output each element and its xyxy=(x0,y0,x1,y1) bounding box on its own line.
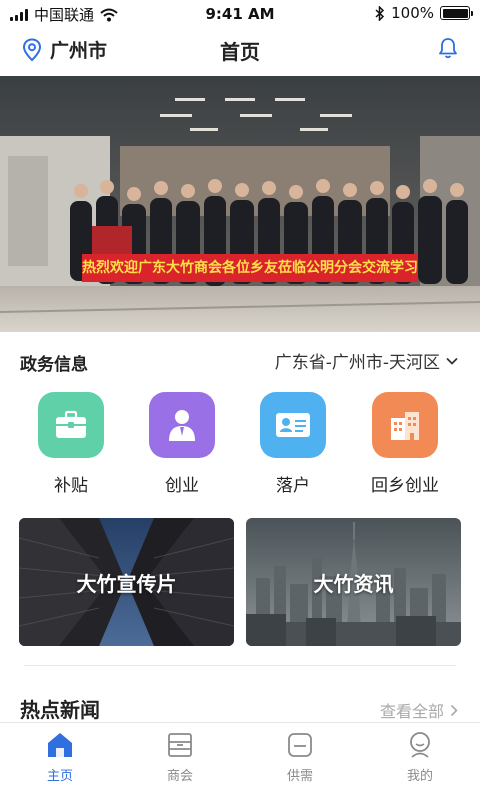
service-subsidy[interactable]: 补贴 xyxy=(16,392,126,496)
status-bar: 中国联通 9:41 AM 100% xyxy=(0,0,480,28)
service-label: 回乡创业 xyxy=(371,476,439,496)
tab-label: 供需 xyxy=(286,769,313,784)
tab-bar: 主页 商会 供需 我的 xyxy=(0,722,480,800)
tab-home[interactable]: 主页 xyxy=(20,731,100,784)
location-label: 广州市 xyxy=(50,40,108,62)
section-title: 政务信息 xyxy=(20,355,88,375)
battery-icon xyxy=(440,6,473,20)
see-all-label: 查看全部 xyxy=(379,702,444,721)
hot-news-title: 热点新闻 xyxy=(20,698,100,722)
divider xyxy=(24,665,456,666)
nav-bar: 广州市 首页 xyxy=(0,28,480,74)
gov-info-header: 政务信息 广东省-广州市-天河区 xyxy=(20,348,458,375)
status-right: 100% xyxy=(375,4,473,22)
service-grid: 补贴 创业 落户 回乡创业 xyxy=(0,392,480,502)
service-hometown-startup[interactable]: 回乡创业 xyxy=(350,392,460,496)
chamber-icon xyxy=(168,733,192,757)
home-icon xyxy=(48,733,72,757)
supply-demand-icon xyxy=(288,733,312,757)
bell-icon xyxy=(439,38,457,59)
briefcase-icon xyxy=(38,392,104,458)
news-info-card[interactable]: 大竹资讯 xyxy=(246,518,461,646)
service-settle[interactable]: 落户 xyxy=(238,392,348,496)
banner-photo xyxy=(0,76,480,332)
businessman-icon xyxy=(149,392,215,458)
hot-news-header: 热点新闻 查看全部 xyxy=(20,690,458,724)
profile-icon xyxy=(410,732,430,758)
chevron-down-icon xyxy=(446,357,458,365)
chevron-right-icon xyxy=(450,704,458,716)
tab-supply-demand[interactable]: 供需 xyxy=(260,731,340,784)
see-all-link[interactable]: 查看全部 xyxy=(380,698,458,722)
bluetooth-icon xyxy=(375,5,385,21)
tab-profile[interactable]: 我的 xyxy=(380,731,460,784)
feature-cards: 大竹宣传片 大竹资讯 xyxy=(19,518,461,646)
service-label: 落户 xyxy=(276,476,310,496)
banner-carousel[interactable]: 热烈欢迎广东大竹商会各位乡友莅临公明分会交流学习 xyxy=(0,76,480,332)
banner-caption: 热烈欢迎广东大竹商会各位乡友莅临公明分会交流学习 xyxy=(82,260,418,276)
id-card-icon xyxy=(260,392,326,458)
service-label: 创业 xyxy=(165,476,199,496)
promo-video-card[interactable]: 大竹宣传片 xyxy=(19,518,234,646)
service-label: 补贴 xyxy=(54,476,88,496)
region-selector[interactable]: 广东省-广州市-天河区 xyxy=(275,348,458,373)
location-pin-icon xyxy=(22,37,42,61)
service-startup[interactable]: 创业 xyxy=(127,392,237,496)
battery-percent: 100% xyxy=(391,4,434,22)
tab-chamber[interactable]: 商会 xyxy=(140,731,220,784)
region-label: 广东省-广州市-天河区 xyxy=(274,353,440,373)
card-title: 大竹宣传片 xyxy=(76,572,177,596)
card-title: 大竹资讯 xyxy=(313,572,394,596)
tab-label: 我的 xyxy=(406,769,433,784)
notification-button[interactable] xyxy=(438,37,458,63)
location-selector[interactable]: 广州市 xyxy=(22,36,107,63)
tab-label: 主页 xyxy=(46,769,73,784)
tab-label: 商会 xyxy=(166,769,193,784)
building-icon xyxy=(372,392,438,458)
